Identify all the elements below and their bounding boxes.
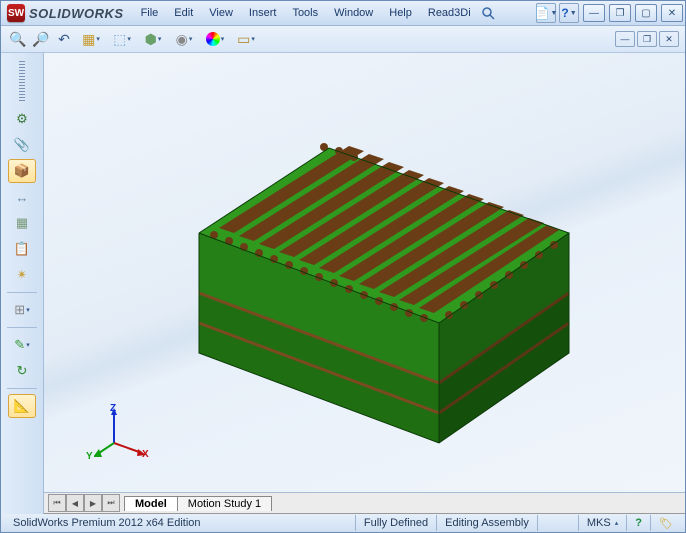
- brand-text: SOLIDWORKS: [29, 6, 124, 21]
- solidworks-logo: SW: [7, 4, 25, 22]
- hup-left: 🔍 🔎 ↶ ▦▾ ⬚▾ ⬢▾ ◉▾ ▾ ▭▾: [7, 29, 261, 49]
- menu-tools[interactable]: Tools: [285, 5, 325, 21]
- sketch-tool-icon[interactable]: ✎▾: [8, 333, 36, 357]
- mdi-controls: — ❐ ✕: [615, 31, 679, 47]
- tab-nav-next[interactable]: ▶: [84, 494, 102, 512]
- section-view-icon[interactable]: ▦▾: [76, 29, 106, 49]
- minimize-button[interactable]: —: [583, 4, 605, 22]
- axis-y-label: Y: [86, 451, 93, 462]
- scene-icon[interactable]: ▭▾: [231, 29, 261, 49]
- model-render: [139, 133, 619, 493]
- status-blank: [537, 515, 578, 531]
- mdi-restore-button[interactable]: ❐: [637, 31, 657, 47]
- rebuild-tool-icon[interactable]: ↻: [8, 359, 36, 383]
- appearance-icon[interactable]: ▾: [200, 29, 230, 49]
- sidebar-divider: [7, 292, 37, 293]
- tab-model[interactable]: Model: [124, 496, 178, 511]
- mdi-minimize-button[interactable]: —: [615, 31, 635, 47]
- menu-insert[interactable]: Insert: [242, 5, 284, 21]
- titlebar: SW SOLIDWORKS File Edit View Insert Tool…: [1, 1, 685, 26]
- tab-motion-study-1[interactable]: Motion Study 1: [177, 496, 272, 511]
- bom-tool-icon[interactable]: 📋: [8, 237, 36, 261]
- zoom-fit-icon[interactable]: 🔍: [7, 29, 29, 49]
- axis-z-label: Z: [110, 403, 116, 414]
- tab-nav-last[interactable]: ⏭: [102, 494, 120, 512]
- assembly-tool-icon[interactable]: ⚙: [8, 107, 36, 131]
- 3d-viewport[interactable]: Z X Y: [44, 53, 685, 493]
- maximize-button[interactable]: ▢: [635, 4, 657, 22]
- status-edition: SolidWorks Premium 2012 x64 Edition: [5, 515, 355, 531]
- sidebar-divider-2: [7, 327, 37, 328]
- mate-tool-icon[interactable]: 📎: [8, 133, 36, 157]
- status-mode: Editing Assembly: [436, 515, 537, 531]
- restore-button[interactable]: ❐: [609, 4, 631, 22]
- sidebar-grip[interactable]: [19, 61, 25, 101]
- tab-nav: ⏮ ◀ ▶ ⏭: [48, 494, 120, 512]
- sidebar-divider-3: [7, 388, 37, 389]
- menubar: File Edit View Insert Tools Window Help …: [134, 5, 496, 21]
- tab-nav-first[interactable]: ⏮: [48, 494, 66, 512]
- menu-read3di[interactable]: Read3Di: [421, 5, 478, 21]
- status-defined: Fully Defined: [355, 515, 436, 531]
- hide-show-icon[interactable]: ◉▾: [169, 29, 199, 49]
- pattern-tool-icon[interactable]: ▦: [8, 211, 36, 235]
- axis-x-label: X: [142, 449, 149, 460]
- close-button[interactable]: ✕: [661, 4, 683, 22]
- display-style-icon[interactable]: ⬢▾: [138, 29, 168, 49]
- app-window: SW SOLIDWORKS File Edit View Insert Tool…: [0, 0, 686, 533]
- new-doc-button[interactable]: 📄▼: [536, 3, 556, 23]
- tab-nav-prev[interactable]: ◀: [66, 494, 84, 512]
- orientation-triad[interactable]: [94, 405, 149, 460]
- component-tool-icon[interactable]: 📦: [8, 159, 36, 183]
- measure-tool-icon[interactable]: 📐: [8, 394, 36, 418]
- status-units[interactable]: MKS ▴: [578, 515, 626, 531]
- view-orientation-icon[interactable]: ⬚▾: [107, 29, 137, 49]
- help-button[interactable]: ?▼: [559, 3, 579, 23]
- grid-tool-icon[interactable]: ⊞▾: [8, 298, 36, 322]
- menu-edit[interactable]: Edit: [167, 5, 200, 21]
- heads-up-toolbar: 🔍 🔎 ↶ ▦▾ ⬚▾ ⬢▾ ◉▾ ▾ ▭▾ — ❐ ✕: [1, 26, 685, 53]
- zoom-area-icon[interactable]: 🔎: [30, 29, 52, 49]
- title-right: 📄▼ ?▼ — ❐ ▢ ✕: [536, 3, 683, 23]
- motion-tab-bar: ⏮ ◀ ▶ ⏭ Model Motion Study 1: [44, 493, 685, 514]
- explode-tool-icon[interactable]: ✴: [8, 263, 36, 287]
- status-help-icon[interactable]: ?: [626, 515, 650, 531]
- menu-file[interactable]: File: [134, 5, 166, 21]
- menu-view[interactable]: View: [202, 5, 240, 21]
- menu-window[interactable]: Window: [327, 5, 380, 21]
- menu-help[interactable]: Help: [382, 5, 419, 21]
- mdi-close-button[interactable]: ✕: [659, 31, 679, 47]
- content-area: Z X Y ⏮ ◀ ▶ ⏭ Model Motion Study 1: [44, 53, 685, 514]
- search-icon[interactable]: [480, 5, 496, 21]
- status-tag-icon[interactable]: 🏷: [650, 515, 681, 531]
- body: ⚙ 📎 📦 ↔ ▦ 📋 ✴ ⊞▾ ✎▾ ↻ 📐: [1, 53, 685, 514]
- status-bar: SolidWorks Premium 2012 x64 Edition Full…: [1, 514, 685, 532]
- command-manager-sidebar: ⚙ 📎 📦 ↔ ▦ 📋 ✴ ⊞▾ ✎▾ ↻ 📐: [1, 53, 44, 514]
- prev-view-icon[interactable]: ↶: [53, 29, 75, 49]
- move-tool-icon[interactable]: ↔: [8, 185, 36, 209]
